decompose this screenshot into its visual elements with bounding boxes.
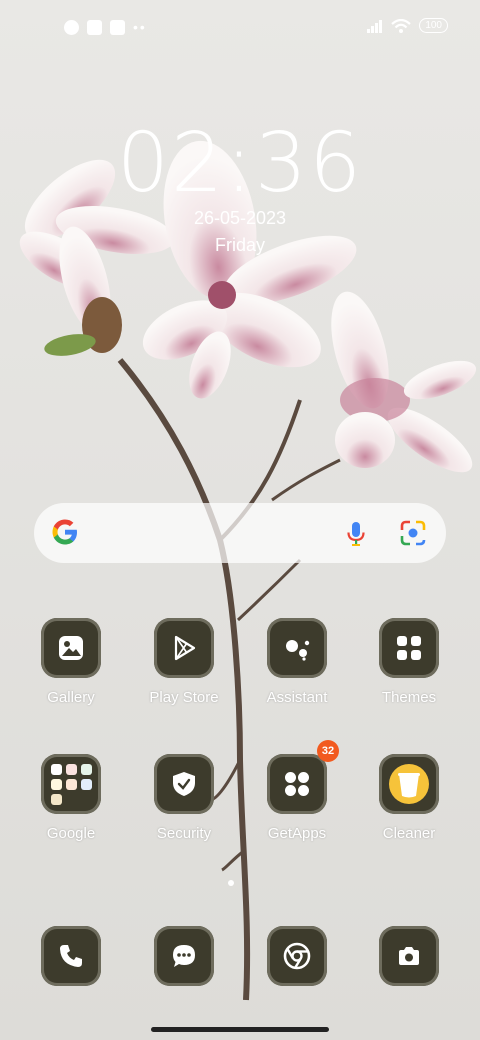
app-folder-google[interactable]: Google — [21, 754, 121, 842]
google-lens-icon[interactable] — [400, 520, 426, 546]
signal-icon — [367, 19, 383, 33]
messages-tile — [154, 926, 214, 986]
page-indicator — [228, 880, 234, 886]
phone-tile — [41, 926, 101, 986]
gallery-icon — [59, 636, 83, 660]
notification-icons: •• — [64, 20, 147, 35]
gallery-tile — [41, 618, 101, 678]
chrome-icon — [283, 942, 311, 970]
more-notifications-icon: •• — [133, 19, 147, 35]
dock-messages[interactable] — [134, 926, 234, 986]
app-assistant[interactable]: Assistant — [247, 618, 347, 706]
camera-icon — [399, 947, 419, 965]
cleaner-tile — [379, 754, 439, 814]
app-label: Themes — [381, 689, 437, 706]
app-security[interactable]: Security — [134, 754, 234, 842]
clock-date: 26-05-2023 — [193, 208, 287, 228]
app-cleaner[interactable]: Cleaner — [359, 754, 459, 842]
google-folder-icon — [50, 763, 92, 805]
battery-indicator: 100 — [419, 18, 448, 33]
notification-app-icon — [64, 20, 79, 35]
chrome-tile — [267, 926, 327, 986]
app-getapps[interactable]: 32 GetApps — [247, 740, 347, 842]
google-folder-tile — [41, 754, 101, 814]
messages-icon — [173, 945, 195, 967]
clock-day: Friday — [214, 235, 265, 255]
microphone-icon[interactable] — [346, 521, 366, 547]
assistant-tile — [267, 618, 327, 678]
phone-icon — [60, 945, 82, 967]
play-store-icon — [174, 635, 196, 661]
play-store-tile — [154, 618, 214, 678]
themes-icon — [397, 636, 421, 660]
app-label: Google — [46, 825, 96, 842]
google-g-icon — [52, 519, 77, 545]
dock-chrome[interactable] — [247, 926, 347, 986]
app-label: Assistant — [266, 689, 328, 706]
getapps-tile: 32 — [267, 740, 339, 814]
app-label: GetApps — [267, 825, 327, 842]
getapps-icon — [285, 772, 309, 796]
notification-square-icon — [87, 20, 102, 35]
shield-icon — [173, 772, 195, 796]
clock-time: 02:36 — [116, 116, 364, 211]
google-search-bar[interactable] — [34, 503, 446, 563]
app-label: Security — [156, 825, 212, 842]
assistant-icon — [286, 640, 310, 661]
wifi-icon — [391, 18, 412, 33]
notification-upload-icon — [110, 20, 125, 35]
app-play-store[interactable]: Play Store — [134, 618, 234, 706]
app-themes[interactable]: Themes — [359, 618, 459, 706]
app-label: Cleaner — [382, 825, 436, 842]
app-label: Gallery — [47, 689, 95, 706]
app-gallery[interactable]: Gallery — [21, 618, 121, 706]
themes-tile — [379, 618, 439, 678]
home-gesture-bar[interactable] — [151, 1027, 329, 1032]
system-icons: 100 — [367, 18, 448, 33]
dock-camera[interactable] — [359, 926, 459, 986]
camera-tile — [379, 926, 439, 986]
security-tile — [154, 754, 214, 814]
cleaner-icon — [389, 764, 429, 804]
status-bar: •• 100 — [0, 12, 480, 44]
app-label: Play Store — [149, 689, 219, 706]
dock-phone[interactable] — [21, 926, 121, 986]
notification-badge: 32 — [317, 740, 339, 762]
